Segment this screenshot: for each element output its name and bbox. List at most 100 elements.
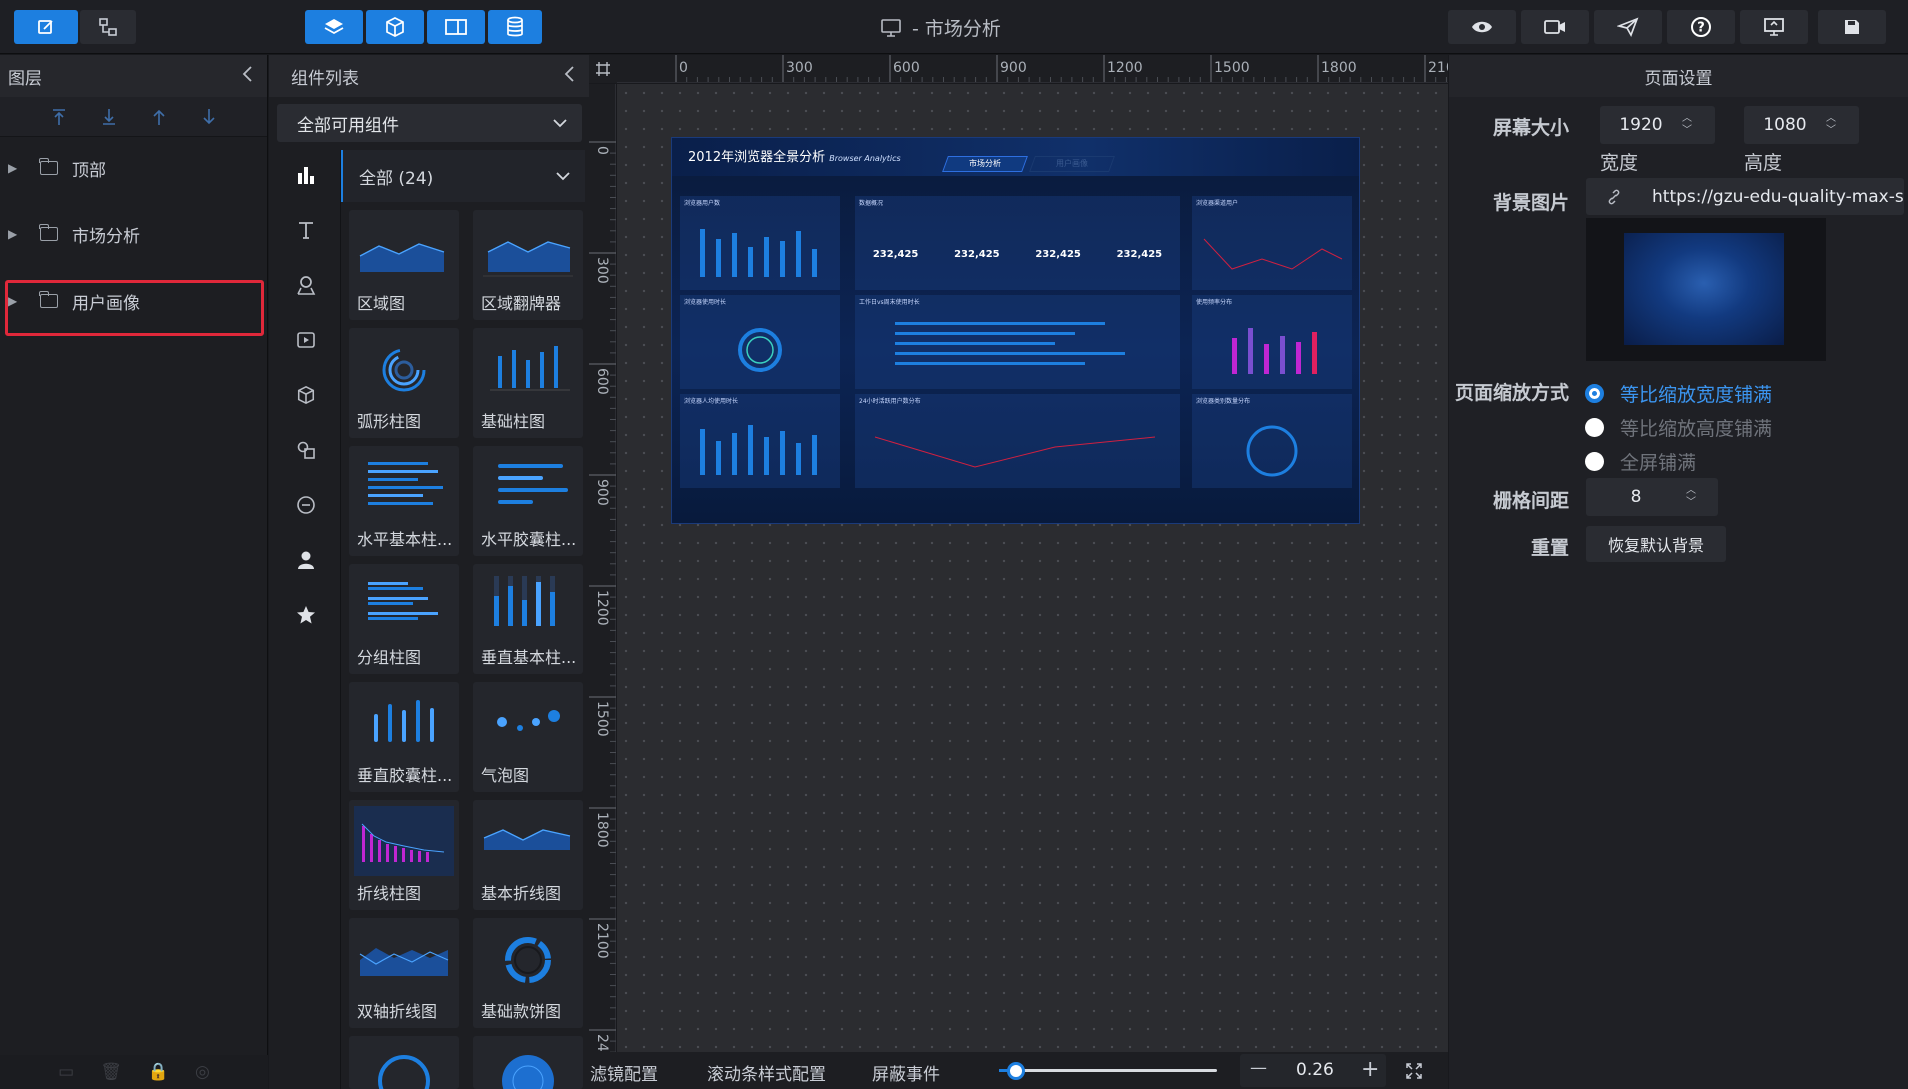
component-card-horizontal-bar[interactable]: 水平基本柱... xyxy=(349,446,459,556)
preview-panel: 浏览器用户数 xyxy=(680,196,840,290)
height-stepper[interactable]: ︿ ﹀ xyxy=(1826,113,1836,137)
preview-panel: 使用频率分布 xyxy=(1192,295,1352,389)
folder-add-icon[interactable]: ▭ xyxy=(58,1062,74,1082)
zoom-slider-handle[interactable] xyxy=(1007,1062,1025,1080)
components-toggle-button[interactable] xyxy=(366,10,424,44)
record-button[interactable] xyxy=(1521,10,1589,44)
category-label: 全部 (24) xyxy=(359,168,434,189)
zoom-slider[interactable] xyxy=(999,1062,1217,1080)
publish-button[interactable] xyxy=(1594,10,1662,44)
ruler-label: 210 xyxy=(1428,60,1448,76)
cube-icon[interactable] xyxy=(295,384,317,406)
card-label: 基础柱图 xyxy=(481,412,546,431)
component-card-radar[interactable] xyxy=(473,1036,583,1089)
component-card-area-chart[interactable]: 区域图 xyxy=(349,210,459,320)
grid-stepper[interactable]: ︿ ﹀ xyxy=(1686,485,1696,509)
move-up-icon[interactable] xyxy=(151,108,167,126)
settings-panel-toggle-button[interactable] xyxy=(427,10,485,44)
chevron-down-icon: ﹀ xyxy=(1686,497,1696,508)
caret-right-icon[interactable]: ▶ xyxy=(8,227,20,241)
component-card-dual-axis-line[interactable]: 双轴折线图 xyxy=(349,918,459,1028)
component-card-ring[interactable] xyxy=(349,1036,459,1089)
layer-item-market[interactable]: ▶ 市场分析 xyxy=(0,206,268,262)
scale-height-radio[interactable]: 等比缩放高度铺满 xyxy=(1585,414,1772,441)
component-card-arc-bar[interactable]: 弧形柱图 xyxy=(349,328,459,438)
component-card-basic-line[interactable]: 基本折线图 xyxy=(473,800,583,910)
layers-toggle-button[interactable] xyxy=(305,10,363,44)
text-icon[interactable] xyxy=(295,219,317,241)
scale-width-radio[interactable]: 等比缩放宽度铺满 xyxy=(1585,380,1772,407)
caret-right-icon[interactable]: ▶ xyxy=(8,161,20,175)
component-card-bubble[interactable]: 气泡图 xyxy=(473,682,583,792)
star-icon[interactable] xyxy=(295,604,317,626)
component-card-vertical-bar[interactable]: 垂直基本柱... xyxy=(473,564,583,674)
zoom-stepper[interactable]: — 0.26 + xyxy=(1240,1054,1386,1087)
datasource-button[interactable] xyxy=(488,10,542,44)
bg-url-input[interactable]: https://gzu-edu-quality-max-s xyxy=(1586,178,1904,215)
component-filter-select[interactable]: 全部可用组件 xyxy=(277,104,582,142)
settings-title: 页面设置 xyxy=(1644,68,1713,89)
collapse-components-button[interactable] xyxy=(563,65,575,88)
card-label: 区域图 xyxy=(357,294,406,313)
card-label: 垂直胶囊柱... xyxy=(357,766,453,785)
reset-bg-button[interactable]: 恢复默认背景 xyxy=(1586,526,1726,562)
category-sidebar xyxy=(269,150,341,1089)
folder-icon xyxy=(39,224,58,241)
component-card-grouped-bar[interactable]: 分组柱图 xyxy=(349,564,459,674)
block-events-button[interactable]: 屏蔽事件 xyxy=(872,1060,940,1085)
lock-icon[interactable]: 🔒 xyxy=(148,1062,169,1082)
move-top-icon[interactable] xyxy=(51,108,67,126)
fullscreen-icon[interactable] xyxy=(1405,1062,1423,1080)
save-button[interactable] xyxy=(1818,10,1886,44)
bg-image-preview[interactable] xyxy=(1586,218,1826,361)
scale-fill-radio[interactable]: 全屏铺满 xyxy=(1585,448,1696,475)
collapse-layers-button[interactable] xyxy=(241,65,253,88)
preview-tab-user[interactable]: 用户画像 xyxy=(1029,156,1115,172)
screen-height-input[interactable]: 1080 ︿ ﹀ xyxy=(1744,106,1859,144)
category-all[interactable]: 全部 (24) xyxy=(341,150,585,202)
settings-header: 页面设置 xyxy=(1449,55,1908,97)
map-pin-icon[interactable] xyxy=(295,274,317,296)
shapes-icon[interactable] xyxy=(295,439,317,461)
dashboard-preview[interactable]: 2012年浏览器全景分析 Browser Analytics 市场分析 用户画像… xyxy=(672,138,1359,523)
media-icon[interactable] xyxy=(295,329,317,351)
layer-item-top[interactable]: ▶ 顶部 xyxy=(0,140,268,196)
card-label: 水平基本柱... xyxy=(357,530,453,549)
ruler-label: 0 xyxy=(594,146,610,155)
height-label: 高度 xyxy=(1744,152,1783,174)
eye-off-icon[interactable]: ◎ xyxy=(195,1062,210,1082)
card-label: 基本折线图 xyxy=(481,884,562,903)
user-icon[interactable] xyxy=(295,549,317,571)
grid-gap-input[interactable]: 8 ︿ ﹀ xyxy=(1586,478,1718,516)
bar-chart-icon[interactable] xyxy=(295,164,317,186)
screen-preview-button[interactable] xyxy=(1740,10,1808,44)
component-card-horizontal-capsule[interactable]: 水平胶囊柱... xyxy=(473,446,583,556)
scrollbar-config-button[interactable]: 滚动条样式配置 xyxy=(707,1060,826,1085)
screen-width-input[interactable]: 1920 ︿ ﹀ xyxy=(1600,106,1715,144)
edit-mode-button[interactable] xyxy=(14,10,78,44)
component-card-area-flipper[interactable]: 区域翻牌器 xyxy=(473,210,583,320)
filter-config-button[interactable]: 滤镜配置 xyxy=(590,1060,658,1085)
flow-icon xyxy=(99,18,117,36)
zoom-minus-button[interactable]: — xyxy=(1250,1058,1267,1078)
width-stepper[interactable]: ︿ ﹀ xyxy=(1682,113,1692,137)
component-card-basic-bar[interactable]: 基础柱图 xyxy=(473,328,583,438)
radio-selected-icon xyxy=(1585,384,1604,403)
help-button[interactable]: ? xyxy=(1667,10,1735,44)
preview-tab-market[interactable]: 市场分析 xyxy=(942,156,1028,172)
move-bottom-icon[interactable] xyxy=(101,108,117,126)
layers-icon xyxy=(324,19,344,35)
save-icon xyxy=(1845,20,1859,34)
ruler-corner[interactable] xyxy=(589,55,617,83)
layer-label: 顶部 xyxy=(72,160,106,181)
move-down-icon[interactable] xyxy=(201,108,217,126)
preview-button[interactable] xyxy=(1448,10,1516,44)
design-canvas[interactable]: 2012年浏览器全景分析 Browser Analytics 市场分析 用户画像… xyxy=(617,84,1448,1052)
component-card-line-bar[interactable]: 折线柱图 xyxy=(349,800,459,910)
zoom-plus-button[interactable]: + xyxy=(1361,1057,1379,1082)
component-card-vertical-capsule[interactable]: 垂直胶囊柱... xyxy=(349,682,459,792)
more-icon[interactable] xyxy=(295,494,317,516)
flow-mode-button[interactable] xyxy=(80,10,136,44)
component-card-basic-pie[interactable]: 基础款饼图 xyxy=(473,918,583,1028)
trash-icon[interactable]: 🗑 xyxy=(100,1062,122,1082)
